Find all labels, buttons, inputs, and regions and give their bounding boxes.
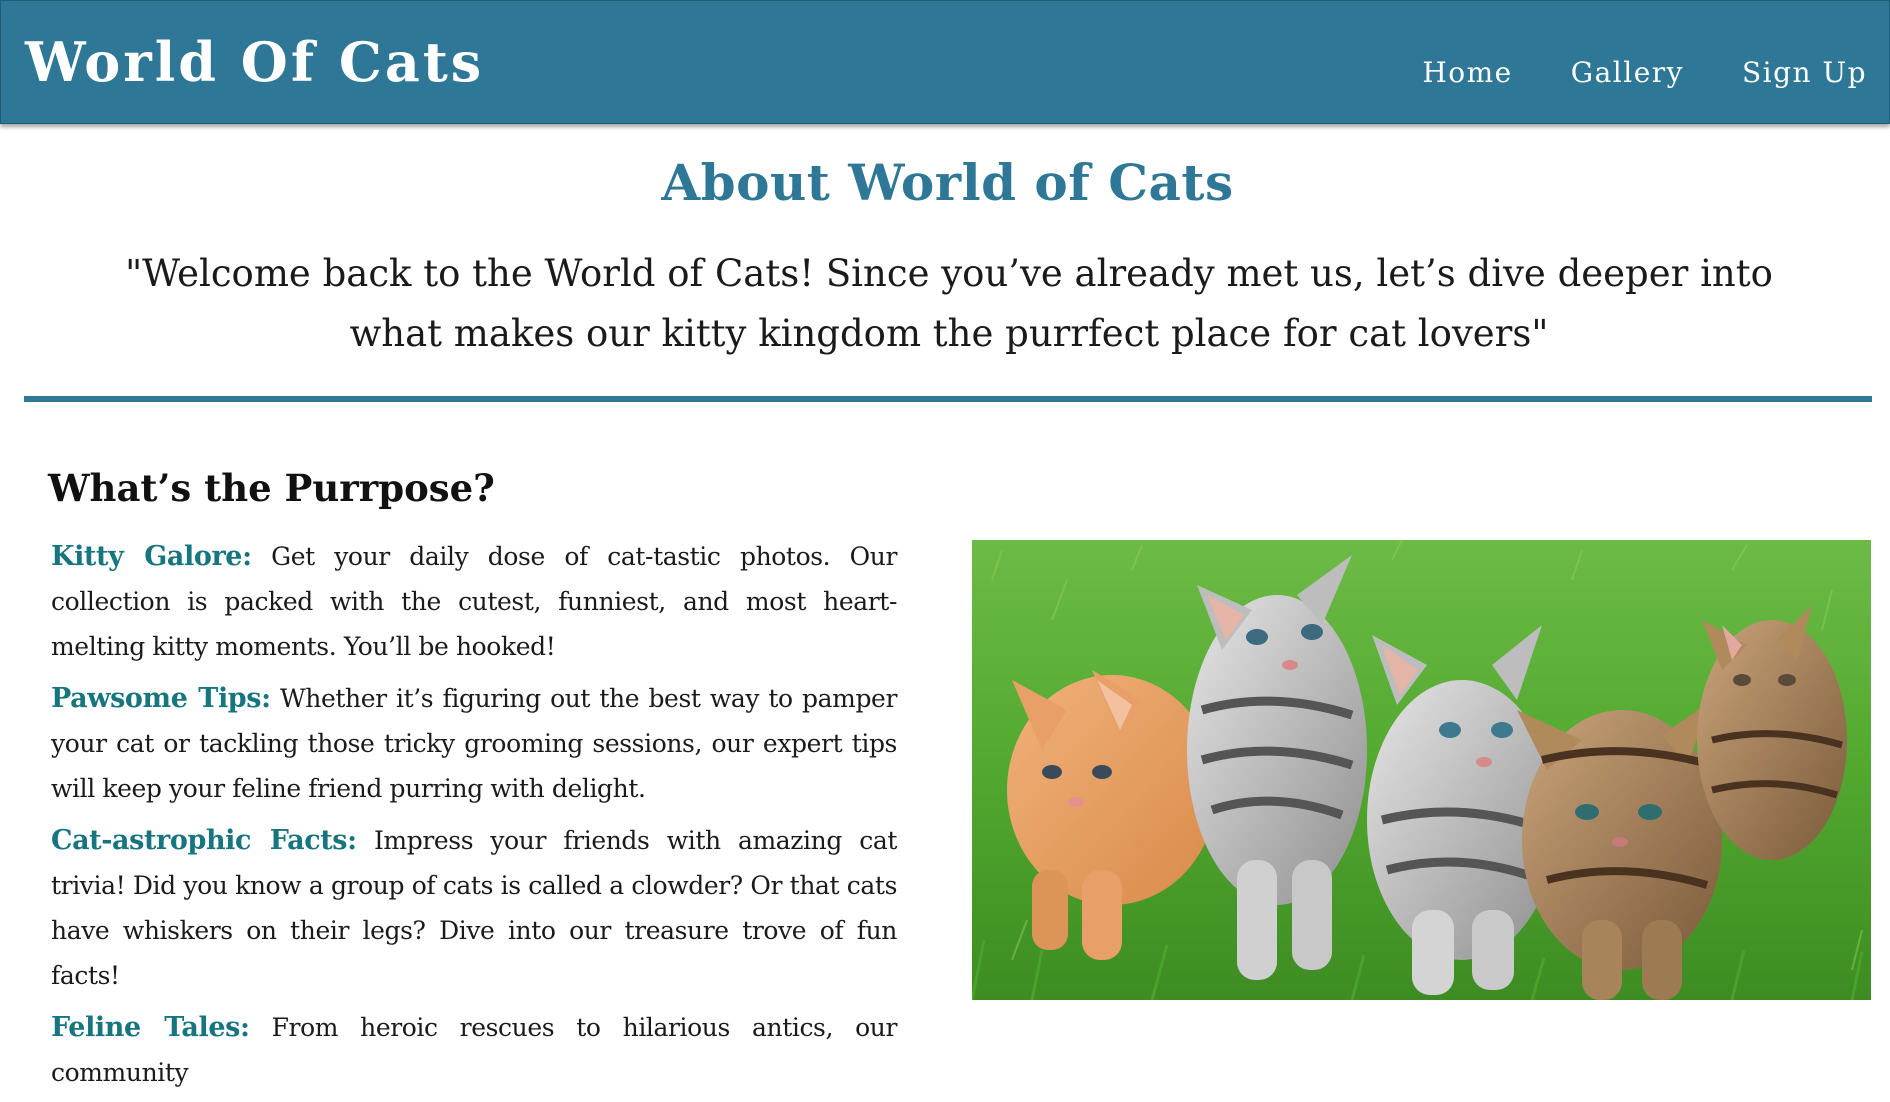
feature-list: Kitty Galore: Get your daily dose of cat… (51, 534, 897, 1102)
feature-item-feline-tales: Feline Tales: From heroic rescues to hil… (51, 1005, 897, 1095)
feature-name: Cat-astrophic Facts: (51, 825, 357, 856)
about-title: About World of Cats (661, 153, 1234, 212)
site-title[interactable]: World Of Cats (25, 25, 484, 99)
kittens-illustration (972, 540, 1871, 1000)
intro-quote: "Welcome back to the World of Cats! Sinc… (125, 252, 1773, 355)
site-header: World Of Cats Home Gallery Sign Up (0, 0, 1890, 124)
nav-home-link[interactable]: Home (1422, 53, 1512, 93)
section-divider (24, 396, 1872, 402)
nav-sign-up-link[interactable]: Sign Up (1742, 53, 1867, 93)
feature-name: Feline Tales: (51, 1012, 250, 1043)
nav-gallery-link[interactable]: Gallery (1571, 53, 1684, 93)
feature-item-pawsome-tips: Pawsome Tips: Whether it’s figuring out … (51, 676, 897, 811)
purpose-heading: What’s the Purrpose? (48, 466, 495, 510)
feature-name: Kitty Galore: (51, 541, 252, 572)
kittens-photo (972, 540, 1871, 1000)
feature-item-kitty-galore: Kitty Galore: Get your daily dose of cat… (51, 534, 897, 669)
main-nav: Home Gallery Sign Up (1364, 53, 1867, 93)
feature-name: Pawsome Tips: (51, 683, 271, 714)
feature-item-cat-astrophic-facts: Cat-astrophic Facts: Impress your friend… (51, 818, 897, 998)
